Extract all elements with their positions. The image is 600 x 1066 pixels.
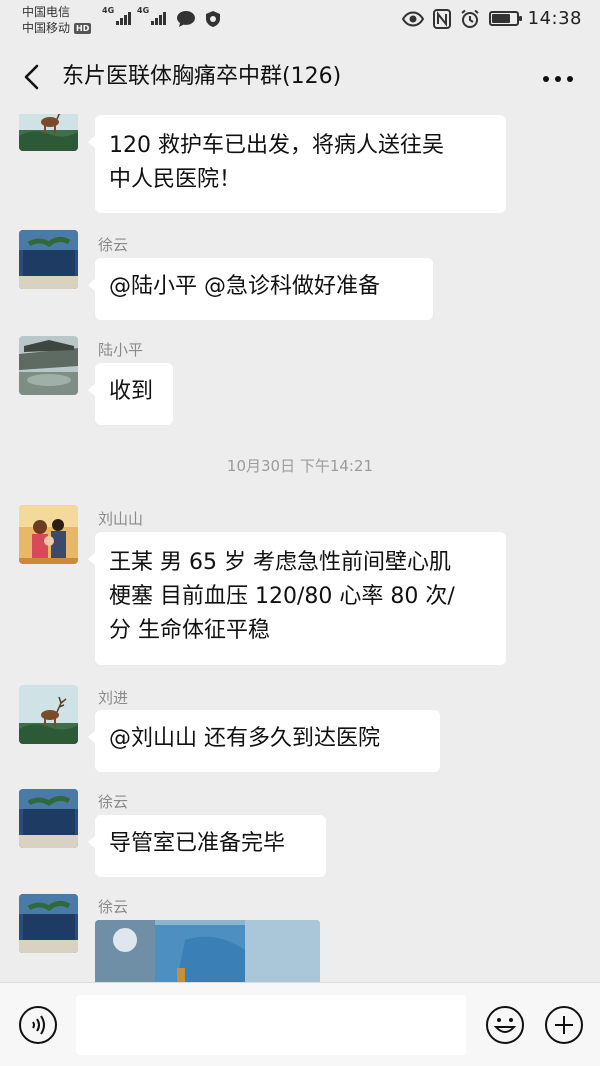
carrier-info: 中国电信 中国移动 HD bbox=[22, 4, 92, 36]
alarm-icon bbox=[460, 9, 479, 28]
sender-name: 徐云 bbox=[98, 793, 129, 811]
message-bubble[interactable]: 收到 bbox=[88, 363, 173, 425]
group-title: 东片医联体胸痛卒中群(126) bbox=[62, 64, 342, 89]
building-avatar[interactable] bbox=[19, 230, 78, 289]
plus-icon[interactable] bbox=[544, 1005, 584, 1045]
message-text: @陆小平 @急诊科做好准备 bbox=[109, 274, 380, 299]
message-text: 导管室已准备完毕 bbox=[109, 831, 286, 856]
input-bar bbox=[0, 982, 600, 1066]
deer-avatar[interactable] bbox=[19, 114, 78, 151]
timestamp-divider: 10月30日 下午14:21 bbox=[226, 457, 374, 475]
message-text: 王某 男 65 岁 考虑急性前间壁心肌 bbox=[109, 550, 451, 575]
system-status: 14:38 bbox=[401, 8, 582, 29]
message-list[interactable]: 120 救护车已出发，将病人送往吴 中人民医院！ 徐云 @陆小平 @急诊科做好准… bbox=[0, 114, 600, 982]
message-bubble[interactable]: @陆小平 @急诊科做好准备 bbox=[88, 258, 433, 320]
status-bar: 中国电信 中国移动 HD 4G 4G 14:38 bbox=[0, 0, 600, 42]
carrier-2: 中国移动 bbox=[22, 21, 71, 35]
garden-avatar[interactable] bbox=[19, 336, 78, 395]
family-photo-avatar[interactable] bbox=[19, 505, 78, 564]
building-avatar[interactable] bbox=[19, 789, 78, 848]
signal-icon: 4G bbox=[102, 6, 131, 25]
emoji-icon[interactable] bbox=[485, 1005, 525, 1045]
message-text: 收到 bbox=[109, 379, 154, 404]
message-bubble[interactable]: 导管室已准备完毕 bbox=[88, 815, 326, 877]
chat-bubble-icon bbox=[177, 11, 195, 27]
message-bubble[interactable]: @刘山山 还有多久到达医院 bbox=[88, 710, 440, 772]
message-text: 中人民医院！ bbox=[109, 167, 242, 192]
image-message[interactable] bbox=[95, 920, 320, 982]
message-text: @刘山山 还有多久到达医院 bbox=[109, 726, 380, 751]
building-avatar[interactable] bbox=[19, 894, 78, 953]
chevron-left-icon[interactable] bbox=[18, 62, 48, 92]
sender-name: 徐云 bbox=[98, 236, 129, 254]
notification-icons bbox=[176, 10, 222, 28]
signal-indicators: 4G 4G bbox=[102, 6, 166, 25]
eye-icon bbox=[401, 10, 424, 27]
message-text: 120 救护车已出发，将病人送往吴 bbox=[109, 133, 444, 158]
message-text: 分 生命体征平稳 bbox=[109, 618, 270, 643]
signal-icon: 4G bbox=[137, 6, 166, 25]
sender-name: 刘进 bbox=[98, 689, 129, 707]
message-input[interactable] bbox=[76, 995, 466, 1055]
deer-avatar[interactable] bbox=[19, 685, 78, 744]
hd-badge: HD bbox=[74, 22, 92, 34]
battery-icon bbox=[488, 11, 522, 26]
carrier-1: 中国电信 bbox=[22, 5, 71, 19]
sender-name: 徐云 bbox=[98, 898, 129, 916]
sender-name: 刘山山 bbox=[98, 510, 144, 528]
more-horizontal-icon[interactable] bbox=[538, 64, 578, 94]
network-type-1: 4G bbox=[102, 6, 115, 15]
nfc-icon bbox=[432, 8, 451, 29]
shield-icon bbox=[206, 11, 220, 27]
network-type-2: 4G bbox=[137, 6, 150, 15]
voice-icon[interactable] bbox=[18, 1005, 58, 1045]
message-bubble[interactable]: 王某 男 65 岁 考虑急性前间壁心肌 梗塞 目前血压 120/80 心率 80… bbox=[88, 532, 506, 665]
message-bubble[interactable]: 120 救护车已出发，将病人送往吴 中人民医院！ bbox=[88, 115, 506, 213]
message-text: 梗塞 目前血压 120/80 心率 80 次/ bbox=[109, 584, 455, 609]
chat-header: 东片医联体胸痛卒中群(126) bbox=[0, 42, 600, 114]
clock: 14:38 bbox=[527, 8, 582, 29]
sender-name: 陆小平 bbox=[98, 341, 144, 359]
